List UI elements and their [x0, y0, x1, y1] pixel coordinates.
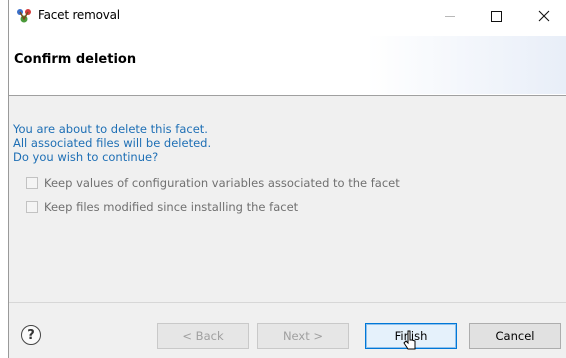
option-keep-modified-files[interactable]: Keep files modified since installing the…	[26, 200, 298, 214]
keep-config-values-checkbox[interactable]	[26, 177, 38, 189]
maximize-icon	[490, 10, 502, 22]
minimize-icon	[445, 15, 455, 17]
cancel-button[interactable]: Cancel	[469, 323, 561, 349]
back-button[interactable]: < Back	[157, 323, 249, 349]
facet-app-icon	[17, 9, 31, 23]
minimize-button[interactable]	[427, 0, 473, 32]
keep-modified-files-label: Keep files modified since installing the…	[44, 200, 299, 214]
close-icon	[538, 10, 550, 22]
wizard-header: Confirm deletion	[9, 36, 566, 94]
next-button[interactable]: Next >	[257, 323, 349, 349]
option-keep-config-values[interactable]: Keep values of configuration variables a…	[26, 176, 400, 190]
message-line: Do you wish to continue?	[13, 150, 159, 164]
wizard-content: You are about to delete this facet. All …	[9, 96, 566, 302]
page-title: Confirm deletion	[14, 52, 137, 67]
button-bar: ? < Back Next > Finish Cancel	[9, 302, 566, 358]
window-title: Facet removal	[38, 8, 120, 22]
mouse-pointer-icon	[403, 330, 416, 350]
message-line: You are about to delete this facet.	[13, 122, 208, 136]
message-line: All associated files will be deleted.	[13, 136, 212, 150]
title-bar[interactable]: Facet removal	[9, 0, 566, 32]
close-button[interactable]	[521, 0, 566, 32]
maximize-button[interactable]	[473, 0, 519, 32]
help-icon[interactable]: ?	[21, 325, 41, 345]
facet-removal-dialog: Facet removal Confirm deletion You are a…	[8, 0, 566, 358]
keep-modified-files-checkbox[interactable]	[26, 201, 38, 213]
keep-config-values-label: Keep values of configuration variables a…	[44, 176, 400, 190]
